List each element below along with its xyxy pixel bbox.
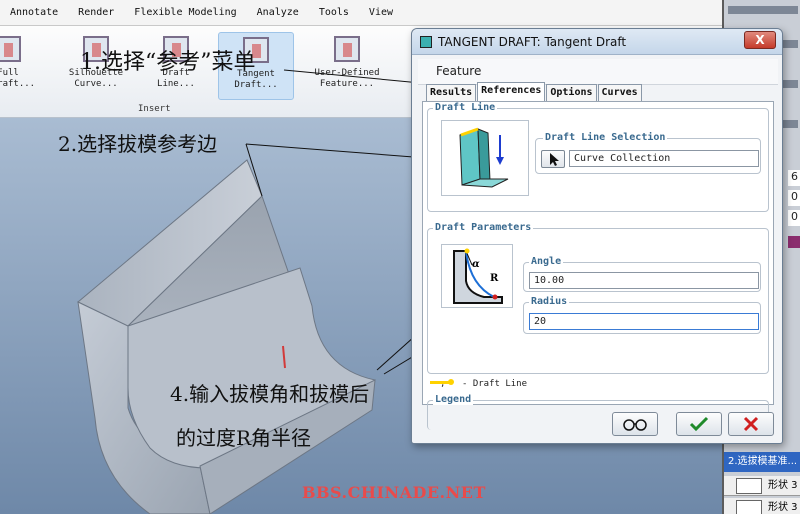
tab-options[interactable]: Options	[546, 84, 597, 101]
draft-parameters-group-title: Draft Parameters	[433, 222, 534, 233]
tab-results[interactable]: Results	[426, 84, 477, 101]
draft-point-swatch	[448, 379, 454, 385]
menu-annotate[interactable]: Annotate	[0, 7, 68, 18]
preview-button[interactable]	[612, 412, 658, 436]
ok-button[interactable]	[676, 412, 722, 436]
button-label: User-Defined	[314, 68, 380, 78]
dialog-tabs: Results References Options Curves	[426, 82, 643, 101]
list-item-label: 形状 3	[768, 501, 798, 513]
tangent-draft-dialog: TANGENT DRAFT: Tangent Draft X Feature R…	[411, 28, 783, 444]
list-item-label: 形状 3	[768, 479, 798, 491]
annotation-step2: 2.选择拔模参考边	[58, 132, 218, 156]
draft-line-preview	[441, 120, 529, 196]
tab-curves[interactable]: Curves	[597, 84, 642, 101]
menu-bar: Annotate Render Flexible Modeling Analyz…	[0, 0, 722, 26]
panel-value: 6	[788, 170, 800, 186]
menu-analyze[interactable]: Analyze	[247, 7, 309, 18]
list-item[interactable]: 形状 3	[724, 476, 800, 496]
user-defined-feature-icon	[334, 36, 360, 62]
radius-label: Radius	[529, 296, 570, 307]
legend-title: Legend	[433, 394, 474, 405]
draft-line-selection-title: Draft Line Selection	[543, 132, 668, 143]
button-label: Draft...	[234, 80, 278, 90]
list-item[interactable]: 形状 3	[724, 498, 800, 514]
full-draft-button[interactable]: Full n Draft...	[0, 32, 46, 100]
menu-render[interactable]: Render	[68, 7, 124, 18]
curve-collection-field[interactable]: Curve Collection	[569, 150, 759, 167]
checkmark-icon	[689, 416, 709, 432]
glasses-icon	[623, 419, 647, 431]
item-thumbnail	[736, 499, 762, 514]
menu-tools[interactable]: Tools	[309, 7, 359, 18]
ribbon-group-label: Insert	[138, 104, 171, 114]
panel-value: 0	[788, 190, 800, 206]
alpha-label: α	[472, 259, 480, 270]
user-defined-feature-button[interactable]: User-Defined Feature...	[306, 32, 388, 100]
button-label: Curve...	[74, 79, 118, 89]
angle-label: Angle	[529, 256, 564, 267]
legend-separator: ,	[440, 379, 446, 389]
angle-input[interactable]: 10.00	[529, 272, 759, 289]
menu-flexible-modeling[interactable]: Flexible Modeling	[124, 7, 246, 18]
cancel-x-icon	[743, 416, 759, 432]
panel-strip	[728, 6, 798, 14]
dialog-app-icon	[420, 35, 432, 48]
draft-line-illustration-icon	[459, 127, 509, 188]
dialog-titlebar[interactable]: TANGENT DRAFT: Tangent Draft	[412, 29, 782, 55]
annotation-step4-line1: 4.输入拔模角和拔模后	[170, 382, 370, 406]
color-swatch	[788, 236, 800, 248]
watermark: BBS.CHINADE.NET	[302, 483, 486, 502]
tab-references[interactable]: References	[477, 82, 546, 101]
close-button[interactable]: X	[744, 31, 776, 49]
draft-icon	[0, 36, 21, 62]
references-panel: Draft Line Draft Line Selection Curve Co…	[422, 101, 774, 430]
radius-input[interactable]: 20	[529, 313, 759, 330]
legend-text: - Draft Line	[462, 379, 528, 389]
select-arrow-button[interactable]	[541, 150, 565, 168]
button-label: n Draft...	[0, 79, 36, 89]
button-label: Feature...	[319, 79, 375, 89]
radius-symbol: R	[490, 273, 499, 284]
cursor-arrow-icon	[550, 153, 559, 166]
menu-view[interactable]: View	[359, 7, 403, 18]
feature-header: Feature	[418, 59, 778, 85]
button-label: Line...	[157, 79, 195, 89]
draft-parameters-preview: α R	[441, 244, 513, 308]
panel-value: 0	[788, 210, 800, 226]
button-label: Full	[0, 68, 19, 78]
annotation-step4-line2: 的过度R角半径	[176, 426, 312, 450]
fillet-diagram-icon: α R	[453, 248, 503, 304]
cancel-button[interactable]	[728, 412, 774, 436]
panel-highlight-item[interactable]: 2.选拔模基准...	[724, 452, 800, 472]
annotation-step1: 1.选择“参考”菜单	[80, 50, 256, 75]
item-thumbnail	[736, 477, 762, 494]
dialog-title: TANGENT DRAFT: Tangent Draft	[438, 34, 627, 49]
draft-line-group-title: Draft Line	[433, 102, 498, 113]
